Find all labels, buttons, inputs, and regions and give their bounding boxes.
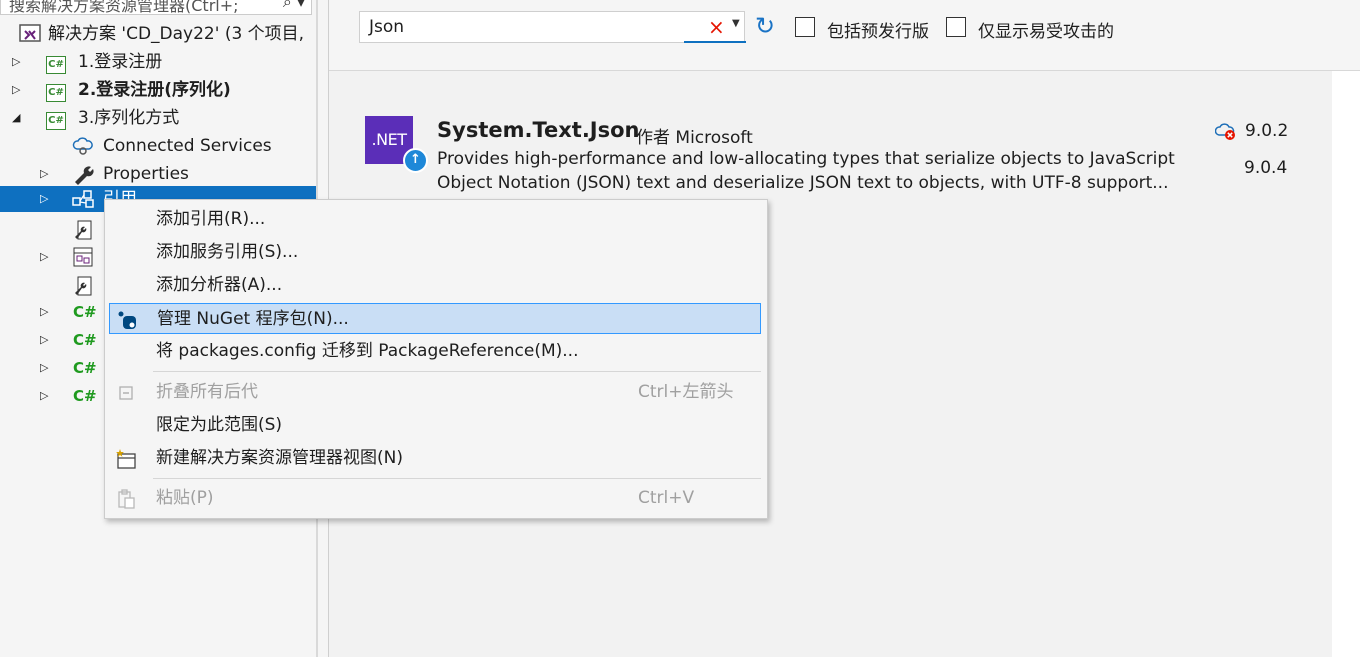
csharp-file-icon: C#	[73, 359, 97, 377]
package-author: 作者 Microsoft	[636, 128, 753, 148]
solution-label: 解决方案 'CD_Day22' (3 个项目,	[48, 24, 305, 44]
menu-item-add-analyzer[interactable]: 添加分析器(A)...	[105, 270, 767, 301]
search-history-dropdown-icon[interactable]: ▼	[732, 18, 740, 29]
menu-item-migrate-packages-config[interactable]: 将 packages.config 迁移到 PackageReference(M…	[105, 336, 767, 367]
expand-icon[interactable]: ▷	[40, 326, 48, 354]
tree-connected-services[interactable]: Connected Services	[0, 132, 316, 160]
csharp-project-icon: C#	[46, 104, 66, 132]
project-label: 1.登录注册	[78, 52, 163, 72]
installed-vulnerable-icon	[1215, 123, 1235, 140]
references-icon	[72, 189, 96, 217]
paste-icon	[118, 489, 135, 509]
package-list-scrollbar[interactable]	[1332, 71, 1360, 657]
tree-project-1[interactable]: ▷ C# 1.登录注册	[0, 48, 316, 76]
package-search-input[interactable]: Json × ▼	[359, 11, 746, 43]
refresh-icon[interactable]: ↻	[755, 12, 775, 40]
expand-icon[interactable]: ▷	[12, 76, 20, 104]
shortcut-text: Ctrl+V	[638, 488, 695, 508]
menu-item-new-explorer-view[interactable]: 新建解决方案资源管理器视图(N)	[105, 443, 767, 474]
package-description-line: Object Notation (JSON) text and deserial…	[437, 173, 1169, 193]
collapse-all-icon	[119, 386, 133, 400]
search-icon[interactable]: ⌕ ▾	[283, 0, 305, 12]
csharp-file-icon: C#	[73, 331, 97, 349]
project-label: 3.序列化方式	[78, 108, 180, 128]
menu-separator	[153, 478, 761, 479]
nuget-toolbar: Json × ▼ ↻ 包括预发行版 仅显示易受攻击的	[329, 0, 1360, 71]
new-view-icon	[116, 449, 136, 469]
csharp-project-icon: C#	[46, 76, 66, 104]
search-value[interactable]: Json	[369, 17, 404, 37]
vulnerable-only-label[interactable]: 仅显示易受攻击的	[978, 17, 1114, 42]
package-description: Provides high-performance and low-alloca…	[437, 147, 1197, 195]
installed-version: 9.0.2	[1245, 121, 1289, 141]
package-name: System.Text.Json	[437, 118, 640, 142]
explorer-search-placeholder: 搜索解决方案资源管理器(Ctrl+;	[9, 0, 239, 15]
search-focus-underline	[684, 41, 746, 43]
menu-item-add-service-reference[interactable]: 添加服务引用(S)...	[105, 237, 767, 268]
clear-search-icon[interactable]: ×	[708, 15, 725, 39]
update-available-icon: ↑	[403, 148, 428, 173]
latest-version: 9.0.4	[1244, 158, 1288, 178]
csharp-file-icon: C#	[73, 387, 97, 405]
explorer-search-input[interactable]: 搜索解决方案资源管理器(Ctrl+; ⌕ ▾	[0, 0, 312, 15]
prerelease-label[interactable]: 包括预发行版	[827, 17, 929, 42]
package-description-line: Provides high-performance and low-alloca…	[437, 149, 1175, 169]
menu-item-paste: 粘贴(P) Ctrl+V	[105, 483, 767, 514]
tree-properties[interactable]: ▷ Properties	[0, 160, 316, 188]
collapse-icon[interactable]: ◢	[12, 104, 20, 132]
shortcut-text: Ctrl+左箭头	[638, 382, 734, 402]
tree-project-3[interactable]: ◢ C# 3.序列化方式	[0, 104, 316, 132]
nuget-icon	[118, 311, 136, 329]
properties-label: Properties	[103, 164, 189, 184]
expand-icon[interactable]: ▷	[12, 48, 20, 76]
project-label: 2.登录注册(序列化)	[78, 80, 231, 100]
expand-icon[interactable]: ▷	[40, 382, 48, 410]
prerelease-checkbox[interactable]	[795, 17, 815, 37]
expand-icon[interactable]: ▷	[40, 298, 48, 326]
menu-item-manage-nuget[interactable]: 管理 NuGet 程序包(N)...	[109, 303, 761, 334]
expand-icon[interactable]: ▷	[40, 354, 48, 382]
csharp-project-icon: C#	[46, 48, 66, 76]
menu-item-scope-to-this[interactable]: 限定为此范围(S)	[105, 410, 767, 441]
csharp-file-icon: C#	[73, 303, 97, 321]
connected-services-label: Connected Services	[103, 136, 272, 156]
tree-solution[interactable]: 解决方案 'CD_Day22' (3 个项目,	[0, 20, 316, 48]
expand-icon[interactable]: ▷	[40, 186, 48, 212]
context-menu: 添加引用(R)... 添加服务引用(S)... 添加分析器(A)... 管理 N…	[104, 199, 768, 519]
expand-icon[interactable]: ▷	[40, 243, 48, 271]
tree-project-2[interactable]: ▷ C# 2.登录注册(序列化)	[0, 76, 316, 104]
menu-item-add-reference[interactable]: 添加引用(R)...	[105, 204, 767, 235]
vulnerable-only-checkbox[interactable]	[946, 17, 966, 37]
menu-item-collapse-all: 折叠所有后代 Ctrl+左箭头	[105, 377, 767, 408]
menu-separator	[153, 371, 761, 372]
expand-icon[interactable]: ▷	[40, 160, 48, 188]
